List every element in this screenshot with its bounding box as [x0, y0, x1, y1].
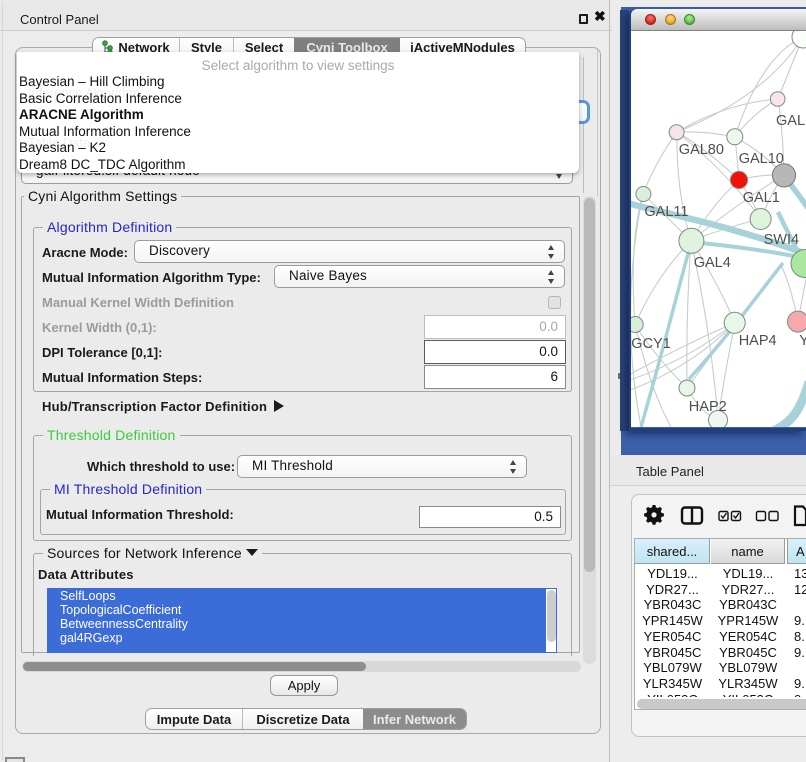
svg-text:HAP2: HAP2 [689, 399, 727, 415]
svg-text:GAL80: GAL80 [679, 142, 724, 158]
svg-text:GAL: GAL [776, 113, 805, 129]
svg-text:GAL1: GAL1 [743, 190, 780, 206]
svg-text:GAL4: GAL4 [694, 255, 731, 271]
svg-text:GCY1: GCY1 [631, 336, 671, 352]
svg-text:GAL11: GAL11 [644, 204, 688, 220]
svg-text:GAL10: GAL10 [739, 151, 784, 167]
svg-text:SWI4: SWI4 [764, 232, 799, 248]
svg-text:Y: Y [799, 333, 806, 349]
svg-text:HAP4: HAP4 [739, 333, 777, 349]
